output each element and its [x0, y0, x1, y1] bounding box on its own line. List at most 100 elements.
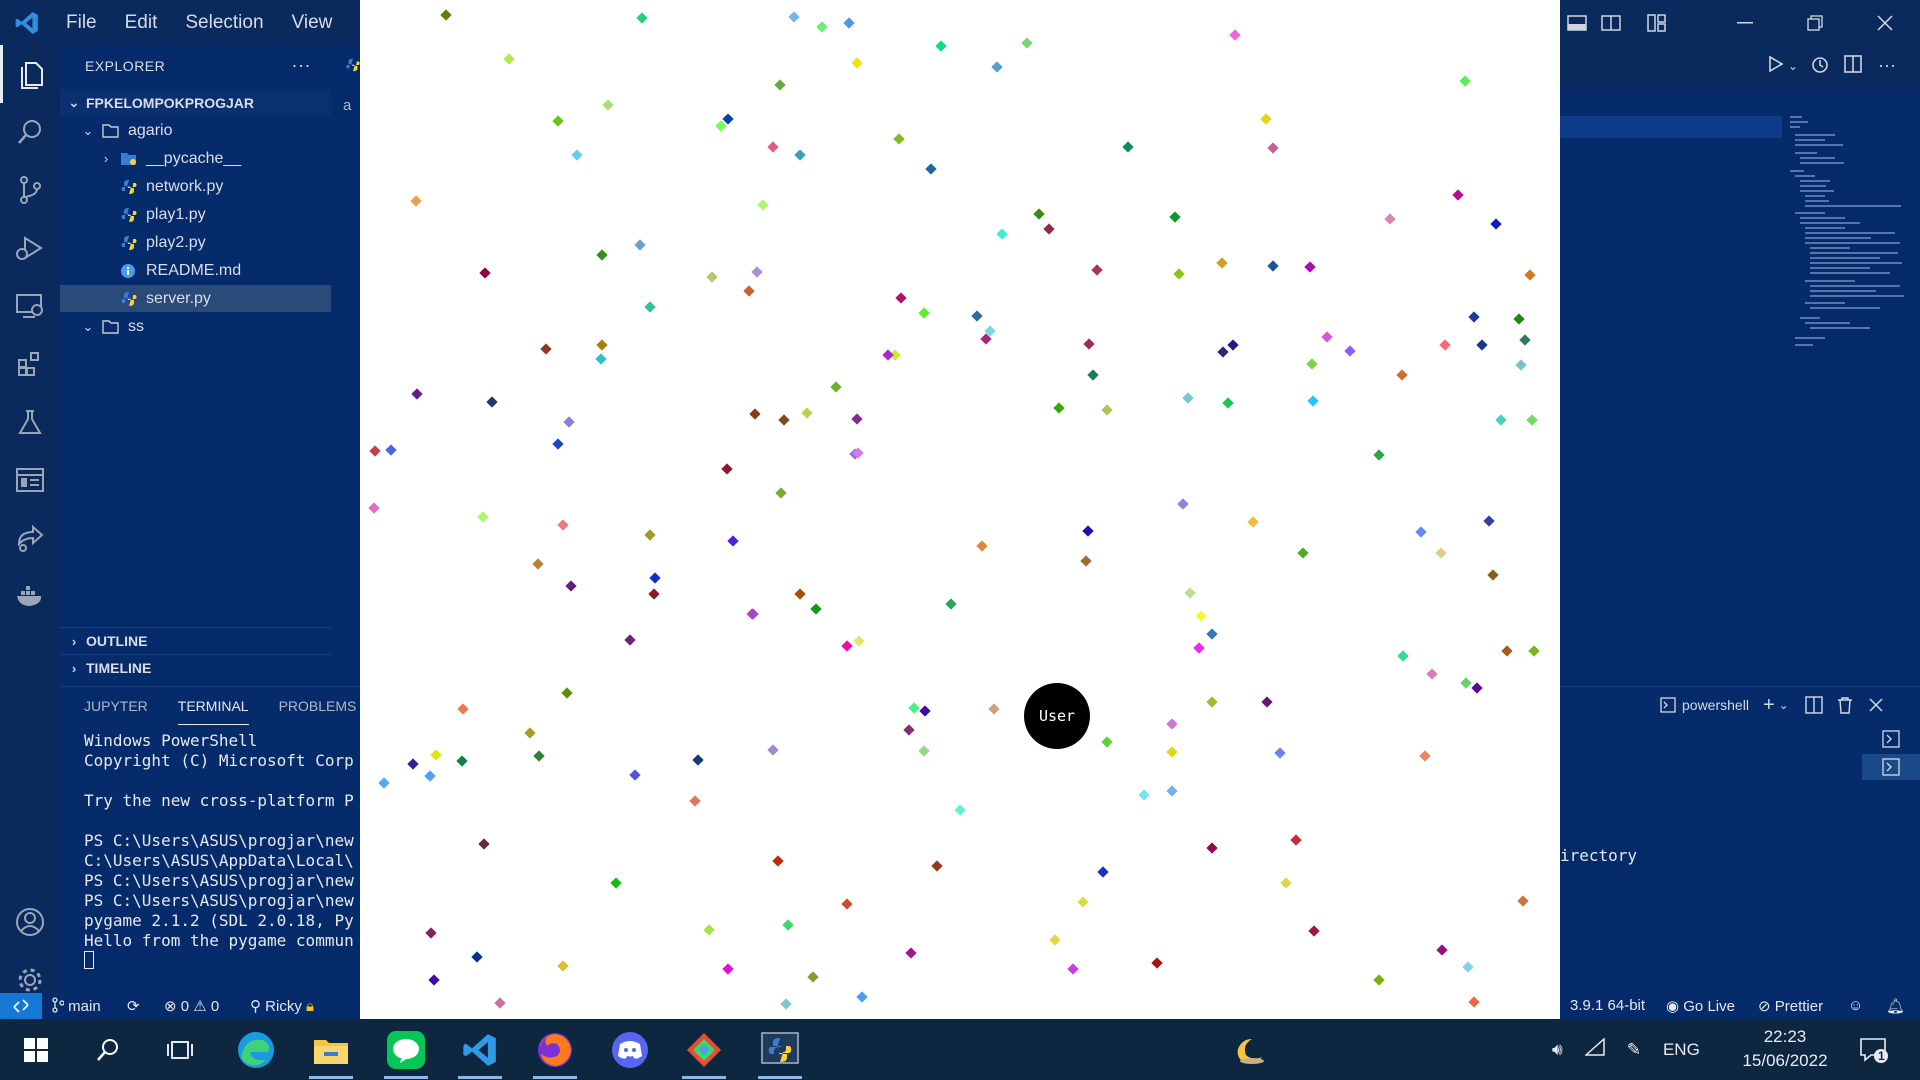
timeline-history-icon[interactable]: [1810, 55, 1830, 80]
notifications-bell-icon[interactable]: 🔔︎: [1886, 997, 1905, 1015]
pygame-window[interactable]: User: [360, 0, 1560, 1019]
pen-icon[interactable]: ✎: [1627, 1040, 1641, 1060]
live-share-user-icon: ⚲: [250, 998, 261, 1015]
problems-status[interactable]: ⊗ 0 ⚠ 0: [164, 997, 219, 1015]
branch-status[interactable]: main: [52, 997, 101, 1015]
taskbar-search-icon[interactable]: [80, 1027, 136, 1073]
terminal-line: pygame 2.1.2 (SDL 2.0.18, Pytho: [84, 911, 354, 930]
feedback-icon[interactable]: ☺: [1848, 997, 1863, 1014]
volume-icon[interactable]: 🔊︎: [1552, 1040, 1563, 1060]
run-dropdown-chevron-icon[interactable]: ⌄: [1788, 59, 1798, 73]
user-name: Ricky: [265, 998, 302, 1015]
trash-icon[interactable]: [1837, 696, 1853, 714]
terminal-instance-icon[interactable]: [1882, 730, 1900, 748]
terminal-instance-active[interactable]: [1862, 754, 1920, 780]
python-version[interactable]: 3.9.1 64-bit: [1570, 997, 1645, 1014]
clock[interactable]: 22:23 15/06/2022: [1730, 1025, 1840, 1073]
tree-item-readme-md[interactable]: README.md: [60, 257, 331, 284]
tree-item-pycache[interactable]: › __pycache__: [60, 145, 331, 172]
explorer-icon[interactable]: [0, 45, 60, 103]
sync-icon[interactable]: ⟳: [127, 997, 140, 1015]
split-terminal-icon[interactable]: [1804, 696, 1823, 714]
more-actions-icon[interactable]: ···: [292, 55, 311, 76]
project-section[interactable]: ⌄ FPKELOMPOKPROGJAR: [60, 89, 331, 116]
toggle-secondary-sidebar-icon[interactable]: [1594, 0, 1628, 45]
food-pellet: [562, 416, 575, 428]
food-pellet: [903, 723, 915, 736]
new-terminal-icon[interactable]: +: [1763, 694, 1775, 717]
tree-item-agario[interactable]: ⌄ agario: [60, 117, 331, 144]
menu-selection[interactable]: Selection: [171, 12, 277, 34]
tree-item-ss[interactable]: ⌄ ss: [60, 313, 331, 340]
shell-name: powershell: [1682, 697, 1749, 713]
tab-problems[interactable]: PROBLEMS: [279, 688, 357, 724]
food-pellet: [830, 381, 842, 394]
food-pellet: [425, 927, 437, 939]
run-debug-icon[interactable]: [0, 219, 60, 277]
food-pellet: [1166, 785, 1179, 797]
error-icon: ⊗: [164, 998, 177, 1015]
terminal-output[interactable]: Windows PowerShell Copyright (C) Microsof…: [84, 731, 354, 969]
wifi-icon[interactable]: [1583, 1037, 1605, 1061]
food-pellet: [540, 343, 552, 355]
prettier-button[interactable]: ⊘ Prettier: [1758, 997, 1823, 1015]
firefox-icon[interactable]: [527, 1027, 583, 1079]
action-center-icon[interactable]: 1: [1846, 1027, 1902, 1073]
food-pellet: [908, 702, 920, 714]
outline-section[interactable]: › OUTLINE: [60, 627, 331, 654]
tab-jupyter[interactable]: JUPYTER: [84, 688, 148, 724]
discord-icon[interactable]: [602, 1027, 658, 1073]
git-app-icon[interactable]: [676, 1027, 732, 1079]
restore-button[interactable]: [1780, 0, 1850, 45]
food-pellet: [1020, 37, 1033, 49]
windows-taskbar: 🔊︎ ✎ ENG 22:23 15/06/2022 1: [0, 1019, 1920, 1080]
food-pellet: [767, 141, 779, 154]
timeline-section[interactable]: › TIMELINE: [60, 654, 331, 681]
tree-item-server-py[interactable]: server.py: [60, 285, 331, 312]
vscode-taskbar-icon[interactable]: [452, 1027, 508, 1079]
windows-start-icon[interactable]: [8, 1027, 64, 1073]
run-icon[interactable]: [1768, 55, 1784, 78]
search-icon[interactable]: [0, 103, 60, 161]
tree-item-play1-py[interactable]: play1.py: [60, 201, 331, 228]
extensions-icon[interactable]: [0, 335, 60, 393]
user-status[interactable]: ⚲ Ricky 🔒︎: [250, 997, 314, 1015]
remote-explorer-icon[interactable]: [0, 277, 60, 335]
close-button[interactable]: [1850, 0, 1920, 45]
food-pellet: [843, 16, 855, 29]
split-editor-icon[interactable]: [1844, 55, 1862, 78]
food-pellet: [564, 580, 577, 592]
terminal-selector[interactable]: powershell: [1660, 697, 1749, 713]
tree-item-label: README.md: [146, 261, 242, 279]
food-pellet: [853, 635, 865, 647]
tree-item-play2-py[interactable]: play2.py: [60, 229, 331, 256]
jupyter-icon[interactable]: [0, 451, 60, 509]
file-explorer-icon[interactable]: [303, 1027, 359, 1079]
weather-moon-icon[interactable]: [1222, 1027, 1278, 1073]
remote-indicator[interactable]: [0, 993, 42, 1019]
live-share-icon[interactable]: [0, 509, 60, 567]
task-view-icon[interactable]: [152, 1027, 208, 1073]
python-pygame-icon[interactable]: [752, 1027, 808, 1079]
testing-icon[interactable]: [0, 393, 60, 451]
customize-layout-icon[interactable]: [1640, 0, 1674, 45]
menu-file[interactable]: File: [52, 12, 111, 34]
menu-edit[interactable]: Edit: [111, 12, 172, 34]
menu-view[interactable]: View: [278, 12, 347, 34]
terminal-dropdown-chevron-icon[interactable]: ⌄: [1779, 698, 1789, 712]
edge-browser-icon[interactable]: [228, 1027, 284, 1073]
line-app-icon[interactable]: [378, 1027, 434, 1079]
docker-icon[interactable]: [0, 567, 60, 625]
food-pellet: [369, 445, 381, 458]
toggle-panel-icon[interactable]: [1560, 0, 1594, 45]
tab-terminal[interactable]: TERMINAL: [177, 688, 249, 725]
go-live-button[interactable]: ◉ Go Live: [1666, 997, 1735, 1015]
language-indicator[interactable]: ENG: [1663, 1040, 1700, 1060]
more-actions-icon[interactable]: ···: [1878, 55, 1896, 76]
tree-item-network-py[interactable]: network.py: [60, 173, 331, 200]
accounts-icon[interactable]: [0, 893, 60, 951]
close-panel-icon[interactable]: [1869, 698, 1883, 712]
food-pellet: [1513, 312, 1525, 325]
minimize-button[interactable]: [1710, 0, 1780, 45]
source-control-icon[interactable]: [0, 161, 60, 219]
